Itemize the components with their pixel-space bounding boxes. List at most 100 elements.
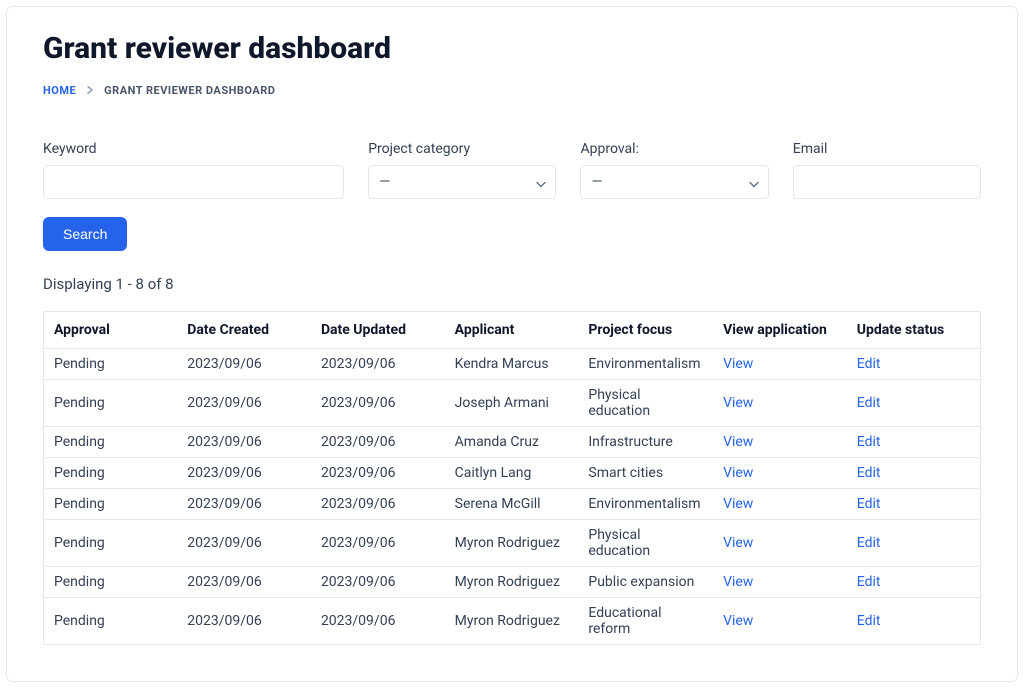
- table-row: Pending2023/09/062023/09/06Myron Rodrigu…: [44, 520, 981, 567]
- edit-link[interactable]: Edit: [857, 465, 881, 481]
- table-row: Pending2023/09/062023/09/06Joseph Armani…: [44, 380, 981, 427]
- table-row: Pending2023/09/062023/09/06Kendra Marcus…: [44, 349, 981, 380]
- search-button[interactable]: Search: [43, 217, 127, 251]
- col-approval-header: Approval: [44, 312, 178, 349]
- cell-created: 2023/09/06: [177, 349, 311, 380]
- edit-link[interactable]: Edit: [857, 395, 881, 411]
- cell-update: Edit: [847, 380, 981, 427]
- cell-view: View: [713, 427, 847, 458]
- cell-applicant: Kendra Marcus: [445, 349, 579, 380]
- cell-focus: Physical education: [578, 520, 713, 567]
- filter-email: Email: [793, 141, 981, 199]
- cell-focus: Environmentalism: [578, 489, 713, 520]
- view-link[interactable]: View: [723, 465, 753, 481]
- filter-approval: Approval: —: [580, 141, 768, 199]
- table-row: Pending2023/09/062023/09/06Caitlyn LangS…: [44, 458, 981, 489]
- breadcrumb-current: GRANT REVIEWER DASHBOARD: [104, 84, 275, 97]
- cell-update: Edit: [847, 458, 981, 489]
- edit-link[interactable]: Edit: [857, 613, 881, 629]
- breadcrumb: HOME GRANT REVIEWER DASHBOARD: [43, 84, 981, 97]
- chevron-right-icon: [86, 84, 94, 97]
- approval-select[interactable]: —: [580, 165, 768, 199]
- view-link[interactable]: View: [723, 395, 753, 411]
- cell-applicant: Myron Rodriguez: [445, 598, 579, 645]
- cell-approval: Pending: [44, 458, 178, 489]
- cell-approval: Pending: [44, 598, 178, 645]
- cell-approval: Pending: [44, 349, 178, 380]
- cell-updated: 2023/09/06: [311, 349, 445, 380]
- table-row: Pending2023/09/062023/09/06Myron Rodrigu…: [44, 598, 981, 645]
- col-update-header: Update status: [847, 312, 981, 349]
- cell-view: View: [713, 598, 847, 645]
- cell-update: Edit: [847, 520, 981, 567]
- view-link[interactable]: View: [723, 613, 753, 629]
- filter-keyword-label: Keyword: [43, 141, 344, 157]
- view-link[interactable]: View: [723, 535, 753, 551]
- col-view-header: View application: [713, 312, 847, 349]
- filter-category: Project category —: [368, 141, 556, 199]
- cell-update: Edit: [847, 489, 981, 520]
- edit-link[interactable]: Edit: [857, 434, 881, 450]
- col-focus-header: Project focus: [578, 312, 713, 349]
- cell-view: View: [713, 349, 847, 380]
- cell-view: View: [713, 458, 847, 489]
- filter-category-label: Project category: [368, 141, 556, 157]
- cell-focus: Educational reform: [578, 598, 713, 645]
- cell-approval: Pending: [44, 489, 178, 520]
- cell-view: View: [713, 489, 847, 520]
- table-row: Pending2023/09/062023/09/06Serena McGill…: [44, 489, 981, 520]
- cell-created: 2023/09/06: [177, 598, 311, 645]
- edit-link[interactable]: Edit: [857, 356, 881, 372]
- cell-updated: 2023/09/06: [311, 427, 445, 458]
- cell-update: Edit: [847, 567, 981, 598]
- cell-updated: 2023/09/06: [311, 458, 445, 489]
- cell-updated: 2023/09/06: [311, 598, 445, 645]
- cell-applicant: Myron Rodriguez: [445, 520, 579, 567]
- breadcrumb-home-link[interactable]: HOME: [43, 84, 76, 97]
- filter-email-label: Email: [793, 141, 981, 157]
- filters-row: Keyword Project category — Approval: — E…: [43, 141, 981, 199]
- keyword-input[interactable]: [43, 165, 344, 199]
- page-title: Grant reviewer dashboard: [43, 31, 981, 66]
- category-select[interactable]: —: [368, 165, 556, 199]
- table-row: Pending2023/09/062023/09/06Myron Rodrigu…: [44, 567, 981, 598]
- edit-link[interactable]: Edit: [857, 535, 881, 551]
- cell-approval: Pending: [44, 567, 178, 598]
- cell-approval: Pending: [44, 380, 178, 427]
- filter-keyword: Keyword: [43, 141, 344, 199]
- cell-approval: Pending: [44, 520, 178, 567]
- view-link[interactable]: View: [723, 356, 753, 372]
- cell-applicant: Joseph Armani: [445, 380, 579, 427]
- cell-focus: Infrastructure: [578, 427, 713, 458]
- cell-focus: Physical education: [578, 380, 713, 427]
- cell-applicant: Amanda Cruz: [445, 427, 579, 458]
- col-created-header: Date Created: [177, 312, 311, 349]
- cell-updated: 2023/09/06: [311, 489, 445, 520]
- cell-applicant: Myron Rodriguez: [445, 567, 579, 598]
- view-link[interactable]: View: [723, 434, 753, 450]
- cell-focus: Environmentalism: [578, 349, 713, 380]
- edit-link[interactable]: Edit: [857, 574, 881, 590]
- cell-created: 2023/09/06: [177, 458, 311, 489]
- cell-created: 2023/09/06: [177, 427, 311, 458]
- cell-updated: 2023/09/06: [311, 567, 445, 598]
- table-row: Pending2023/09/062023/09/06Amanda CruzIn…: [44, 427, 981, 458]
- cell-view: View: [713, 380, 847, 427]
- cell-created: 2023/09/06: [177, 567, 311, 598]
- cell-update: Edit: [847, 598, 981, 645]
- cell-focus: Public expansion: [578, 567, 713, 598]
- filter-approval-label: Approval:: [580, 141, 768, 157]
- cell-created: 2023/09/06: [177, 380, 311, 427]
- cell-update: Edit: [847, 427, 981, 458]
- cell-created: 2023/09/06: [177, 489, 311, 520]
- cell-applicant: Serena McGill: [445, 489, 579, 520]
- results-count: Displaying 1 - 8 of 8: [43, 275, 981, 293]
- view-link[interactable]: View: [723, 496, 753, 512]
- edit-link[interactable]: Edit: [857, 496, 881, 512]
- cell-update: Edit: [847, 349, 981, 380]
- data-table: Approval Date Created Date Updated Appli…: [43, 311, 981, 645]
- cell-focus: Smart cities: [578, 458, 713, 489]
- view-link[interactable]: View: [723, 574, 753, 590]
- col-applicant-header: Applicant: [445, 312, 579, 349]
- email-input[interactable]: [793, 165, 981, 199]
